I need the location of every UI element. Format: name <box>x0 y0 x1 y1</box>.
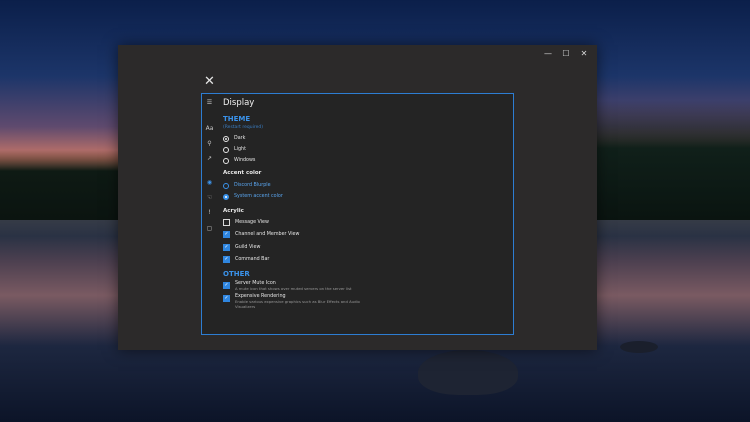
panel-close-icon[interactable]: ✕ <box>204 75 216 88</box>
font-icon[interactable]: Aa <box>204 124 215 133</box>
checkbox[interactable] <box>223 219 230 226</box>
radio-icon[interactable] <box>223 146 229 153</box>
theme-header: THEME <box>223 115 251 123</box>
checkbox[interactable]: ✓ <box>223 231 230 238</box>
acrylic-label: Acrylic <box>223 208 244 214</box>
option-text: Server Mute Icon A mute icon that shows … <box>235 281 375 291</box>
option-description: Enable various expensive graphics such a… <box>235 299 360 309</box>
radio-icon[interactable] <box>223 182 229 189</box>
page-title: Display <box>223 98 255 108</box>
acrylic-option-command-bar[interactable]: ✓ Command Bar <box>223 255 269 264</box>
hand-icon[interactable]: ☜ <box>204 193 215 202</box>
theme-option-windows[interactable]: Windows <box>223 156 255 165</box>
option-label: Channel and Member View <box>235 232 300 237</box>
settings-icon-rail: ☰ Aa ⚲ ↗ ◉ ☜ ! ▢ <box>202 94 217 334</box>
minimize-button[interactable]: — <box>539 47 557 59</box>
eye-icon[interactable]: ◉ <box>204 178 215 187</box>
maximize-button[interactable]: ☐ <box>557 47 575 59</box>
option-description: A mute icon that shows over muted server… <box>235 286 352 291</box>
settings-content: Display THEME (Restart required) Dark Li… <box>223 94 509 334</box>
wallpaper-trees-right <box>595 100 750 220</box>
lock-icon[interactable]: ▢ <box>204 224 215 233</box>
checkbox[interactable]: ✓ <box>223 244 230 251</box>
radio-icon[interactable] <box>223 157 229 164</box>
acrylic-option-message-view[interactable]: Message View <box>223 218 269 227</box>
wallpaper-trees-left <box>0 150 120 220</box>
restart-note: (Restart required) <box>223 125 263 130</box>
option-label: Discord Blurple <box>234 183 271 188</box>
wallpaper-rock <box>418 350 518 395</box>
search-icon[interactable]: ⚲ <box>204 139 215 148</box>
option-label: Dark <box>234 136 246 141</box>
alert-icon[interactable]: ! <box>204 208 215 217</box>
share-icon[interactable]: ↗ <box>204 154 215 163</box>
checkbox[interactable]: ✓ <box>223 256 230 263</box>
accent-color-label: Accent color <box>223 170 262 176</box>
radio-icon[interactable] <box>223 135 229 142</box>
acrylic-option-guild-view[interactable]: ✓ Guild View <box>223 243 260 252</box>
window-controls: — ☐ ✕ <box>539 47 593 59</box>
app-window: — ☐ ✕ ✕ ☰ Aa ⚲ ↗ ◉ ☜ ! ▢ Display THEME (… <box>118 45 597 350</box>
option-label: Message View <box>235 220 269 225</box>
option-label: System accent color <box>234 194 283 199</box>
accent-option-blurple[interactable]: Discord Blurple <box>223 181 271 190</box>
checkbox[interactable]: ✓ <box>223 295 230 302</box>
accent-option-system[interactable]: System accent color <box>223 192 283 201</box>
menu-icon[interactable]: ☰ <box>204 98 215 107</box>
option-text: Expensive Rendering Enable various expen… <box>235 294 375 309</box>
settings-panel: ☰ Aa ⚲ ↗ ◉ ☜ ! ▢ Display THEME (Restart … <box>201 93 514 335</box>
other-option-expensive-rendering[interactable]: ✓ Expensive Rendering Enable various exp… <box>223 294 375 309</box>
other-header: OTHER <box>223 270 250 278</box>
radio-icon[interactable] <box>223 193 229 200</box>
acrylic-option-channel-member-view[interactable]: ✓ Channel and Member View <box>223 230 299 239</box>
other-option-server-mute-icon[interactable]: ✓ Server Mute Icon A mute icon that show… <box>223 281 375 291</box>
wallpaper-rock-small <box>620 341 658 353</box>
option-label: Light <box>234 147 246 152</box>
checkbox[interactable]: ✓ <box>223 282 230 289</box>
window-close-button[interactable]: ✕ <box>575 47 593 59</box>
theme-option-dark[interactable]: Dark <box>223 134 245 143</box>
option-label: Command Bar <box>235 257 270 262</box>
option-label: Windows <box>234 158 256 163</box>
theme-option-light[interactable]: Light <box>223 145 246 154</box>
option-label: Guild View <box>235 245 261 250</box>
